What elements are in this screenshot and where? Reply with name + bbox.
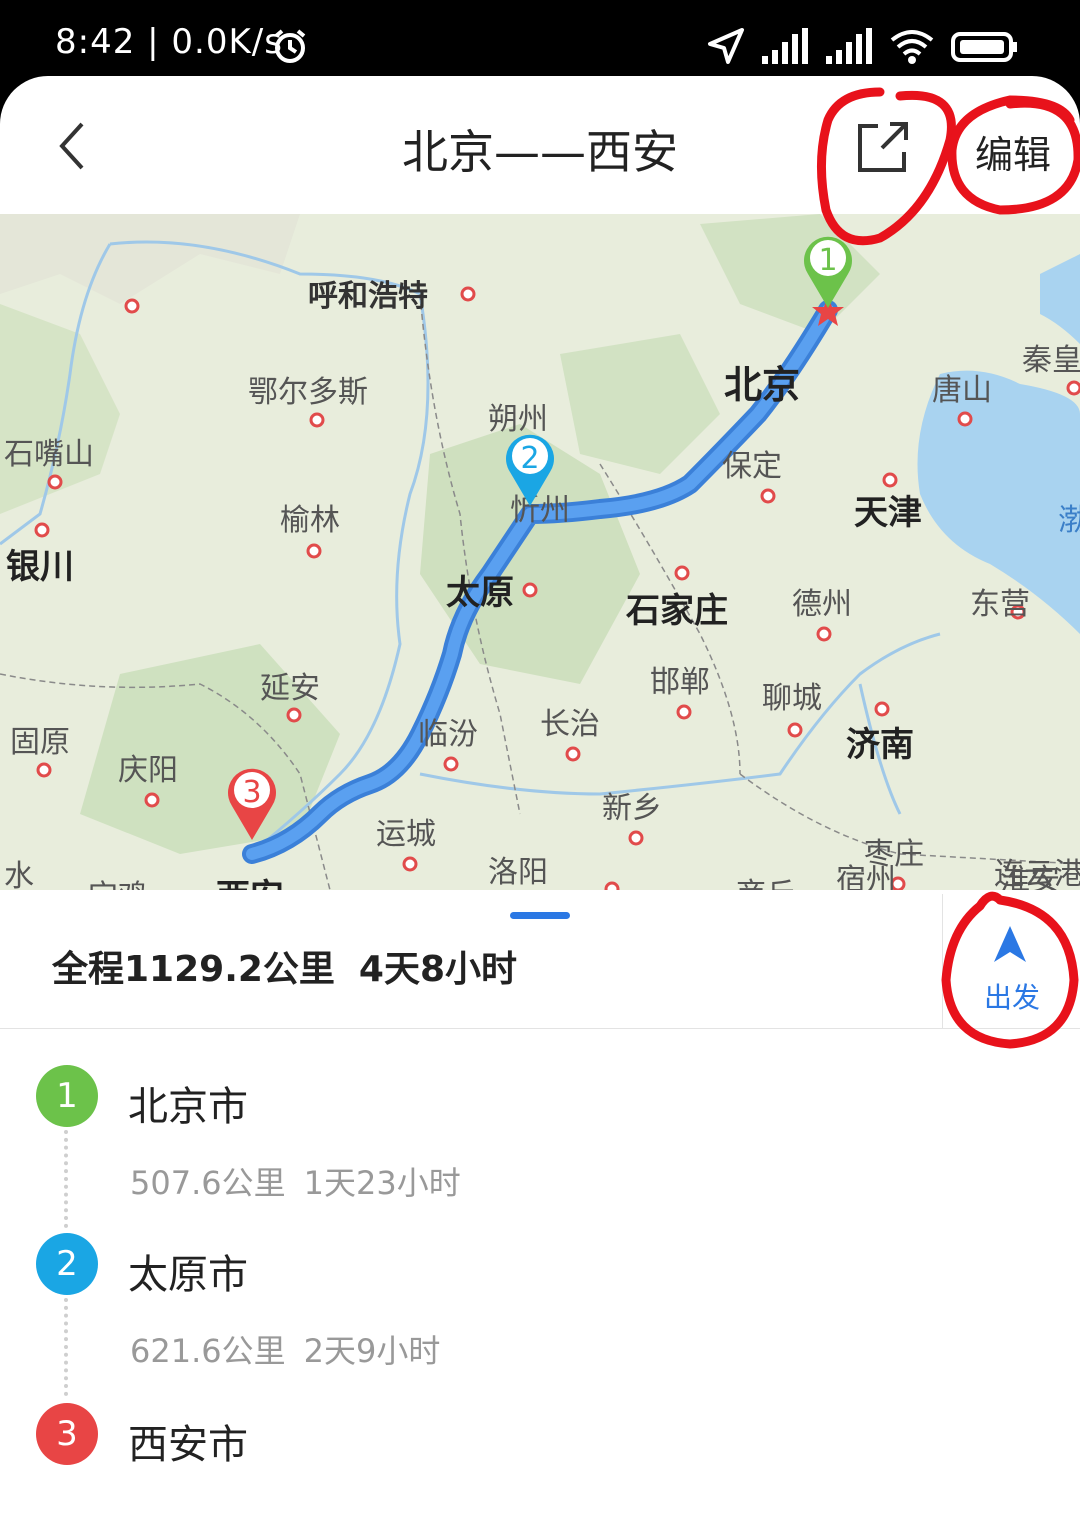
navigate-arrow-icon xyxy=(994,926,1026,962)
label-suzhou: 宿州 xyxy=(836,863,896,890)
label-jinan: 济南 xyxy=(846,725,914,765)
label-handan: 邯郸 xyxy=(650,665,710,700)
label-huaian: 淮安 xyxy=(1000,863,1060,890)
label-hohhot: 呼和浩特 xyxy=(308,279,428,314)
label-ordos: 鄂尔多斯 xyxy=(248,375,368,410)
label-taiyuan: 太原 xyxy=(446,573,514,613)
waypoint-number: 3 xyxy=(56,1414,78,1454)
label-beijing: 北京 xyxy=(724,363,800,407)
label-yanan: 延安 xyxy=(260,671,320,706)
wifi-icon xyxy=(890,30,934,64)
alarm-icon xyxy=(274,29,306,63)
label-changzhi: 长治 xyxy=(540,707,600,742)
leg-duration: 1天23小时 xyxy=(303,1164,461,1202)
label-yuncheng: 运城 xyxy=(376,817,436,852)
label-dongying: 东营 xyxy=(970,587,1030,622)
label-xinxiang: 新乡 xyxy=(602,791,662,826)
label-shizuishan: 石嘴山 xyxy=(4,437,94,472)
label-linfen: 临汾 xyxy=(418,717,478,752)
battery-icon xyxy=(951,32,1017,62)
label-baoji: 宝鸡 xyxy=(88,879,148,890)
label-baoding: 保定 xyxy=(722,449,782,484)
label-dezhou: 德州 xyxy=(792,587,852,622)
go-button[interactable]: 出发 xyxy=(942,894,1080,1028)
connector-line-2 xyxy=(64,1298,68,1396)
map-canvas[interactable]: 呼和浩特 鄂尔多斯 朔州 石嘴山 银川 榆林 忻州 太原 北京 保定 唐山 秦皇… xyxy=(0,214,1080,890)
route-summary: 全程1129.2公里 4天8小时 xyxy=(52,940,517,992)
label-guyuan: 固原 xyxy=(10,725,70,760)
label-shijiazhuang: 石家庄 xyxy=(625,591,728,631)
leg-duration: 2天9小时 xyxy=(303,1332,441,1370)
waypoint-badge-3: 3 xyxy=(36,1403,98,1465)
label-qinhuangdao: 秦皇 xyxy=(1022,343,1080,378)
label-yinchuan: 银川 xyxy=(6,547,74,587)
waypoint-number: 2 xyxy=(56,1244,78,1284)
pin-2-number: 2 xyxy=(520,441,539,476)
route-map[interactable]: 呼和浩特 鄂尔多斯 朔州 石嘴山 银川 榆林 忻州 太原 北京 保定 唐山 秦皇… xyxy=(0,214,1080,890)
label-tianshui: 水 xyxy=(4,859,34,890)
label-qingyang: 庆阳 xyxy=(118,753,178,788)
waypoint-name-taiyuan[interactable]: 太原市 xyxy=(128,1242,248,1300)
label-xian: 西安 xyxy=(216,877,284,890)
go-button-label: 出发 xyxy=(983,981,1040,1014)
connector-line-1 xyxy=(64,1130,68,1228)
header: 北京——西安 编辑 xyxy=(0,76,1080,214)
label-bohai: 渤 xyxy=(1058,503,1080,538)
status-bar: 8:42 | 0.0K/s xyxy=(0,0,1080,80)
label-yulin: 榆林 xyxy=(280,503,340,538)
status-time: 8:42 | 0.0K/s xyxy=(55,22,283,62)
waypoint-name-xian[interactable]: 西安市 xyxy=(128,1412,248,1470)
signal-icon xyxy=(762,28,808,64)
waypoint-badge-1: 1 xyxy=(36,1065,98,1127)
share-icon[interactable] xyxy=(852,118,912,178)
leg-distance: 507.6公里 xyxy=(130,1164,286,1202)
location-arrow-icon xyxy=(708,28,744,64)
label-shuozhou: 朔州 xyxy=(488,402,548,437)
leg-info-2: 621.6公里 2天9小时 xyxy=(130,1326,440,1372)
signal-icon-2 xyxy=(826,28,872,64)
pin-1-number: 1 xyxy=(818,243,837,278)
sheet-drag-handle[interactable] xyxy=(510,912,570,919)
divider xyxy=(0,1028,1080,1029)
waypoint-number: 1 xyxy=(56,1076,78,1116)
label-tianjin: 天津 xyxy=(854,493,922,533)
waypoint-badge-2: 2 xyxy=(36,1233,98,1295)
edit-button[interactable]: 编辑 xyxy=(975,124,1051,179)
leg-distance: 621.6公里 xyxy=(130,1332,286,1370)
label-shangqiu: 商丘 xyxy=(736,877,796,890)
label-tangshan: 唐山 xyxy=(932,373,992,408)
waypoint-name-beijing[interactable]: 北京市 xyxy=(128,1074,248,1132)
total-distance: 全程1129.2公里 xyxy=(52,949,335,990)
route-sheet: 北京——西安 编辑 呼和浩特 鄂尔多斯 朔州 石嘴山 银川 榆林 忻州 太原 北… xyxy=(0,76,1080,1520)
label-xinzhou: 忻州 xyxy=(510,493,570,528)
total-duration: 4天8小时 xyxy=(358,949,518,990)
label-luoyang: 洛阳 xyxy=(488,855,548,890)
pin-3-number: 3 xyxy=(242,775,261,810)
page-title: 北京——西安 xyxy=(402,125,678,179)
label-liaocheng: 聊城 xyxy=(762,681,822,716)
leg-info-1: 507.6公里 1天23小时 xyxy=(130,1158,461,1204)
